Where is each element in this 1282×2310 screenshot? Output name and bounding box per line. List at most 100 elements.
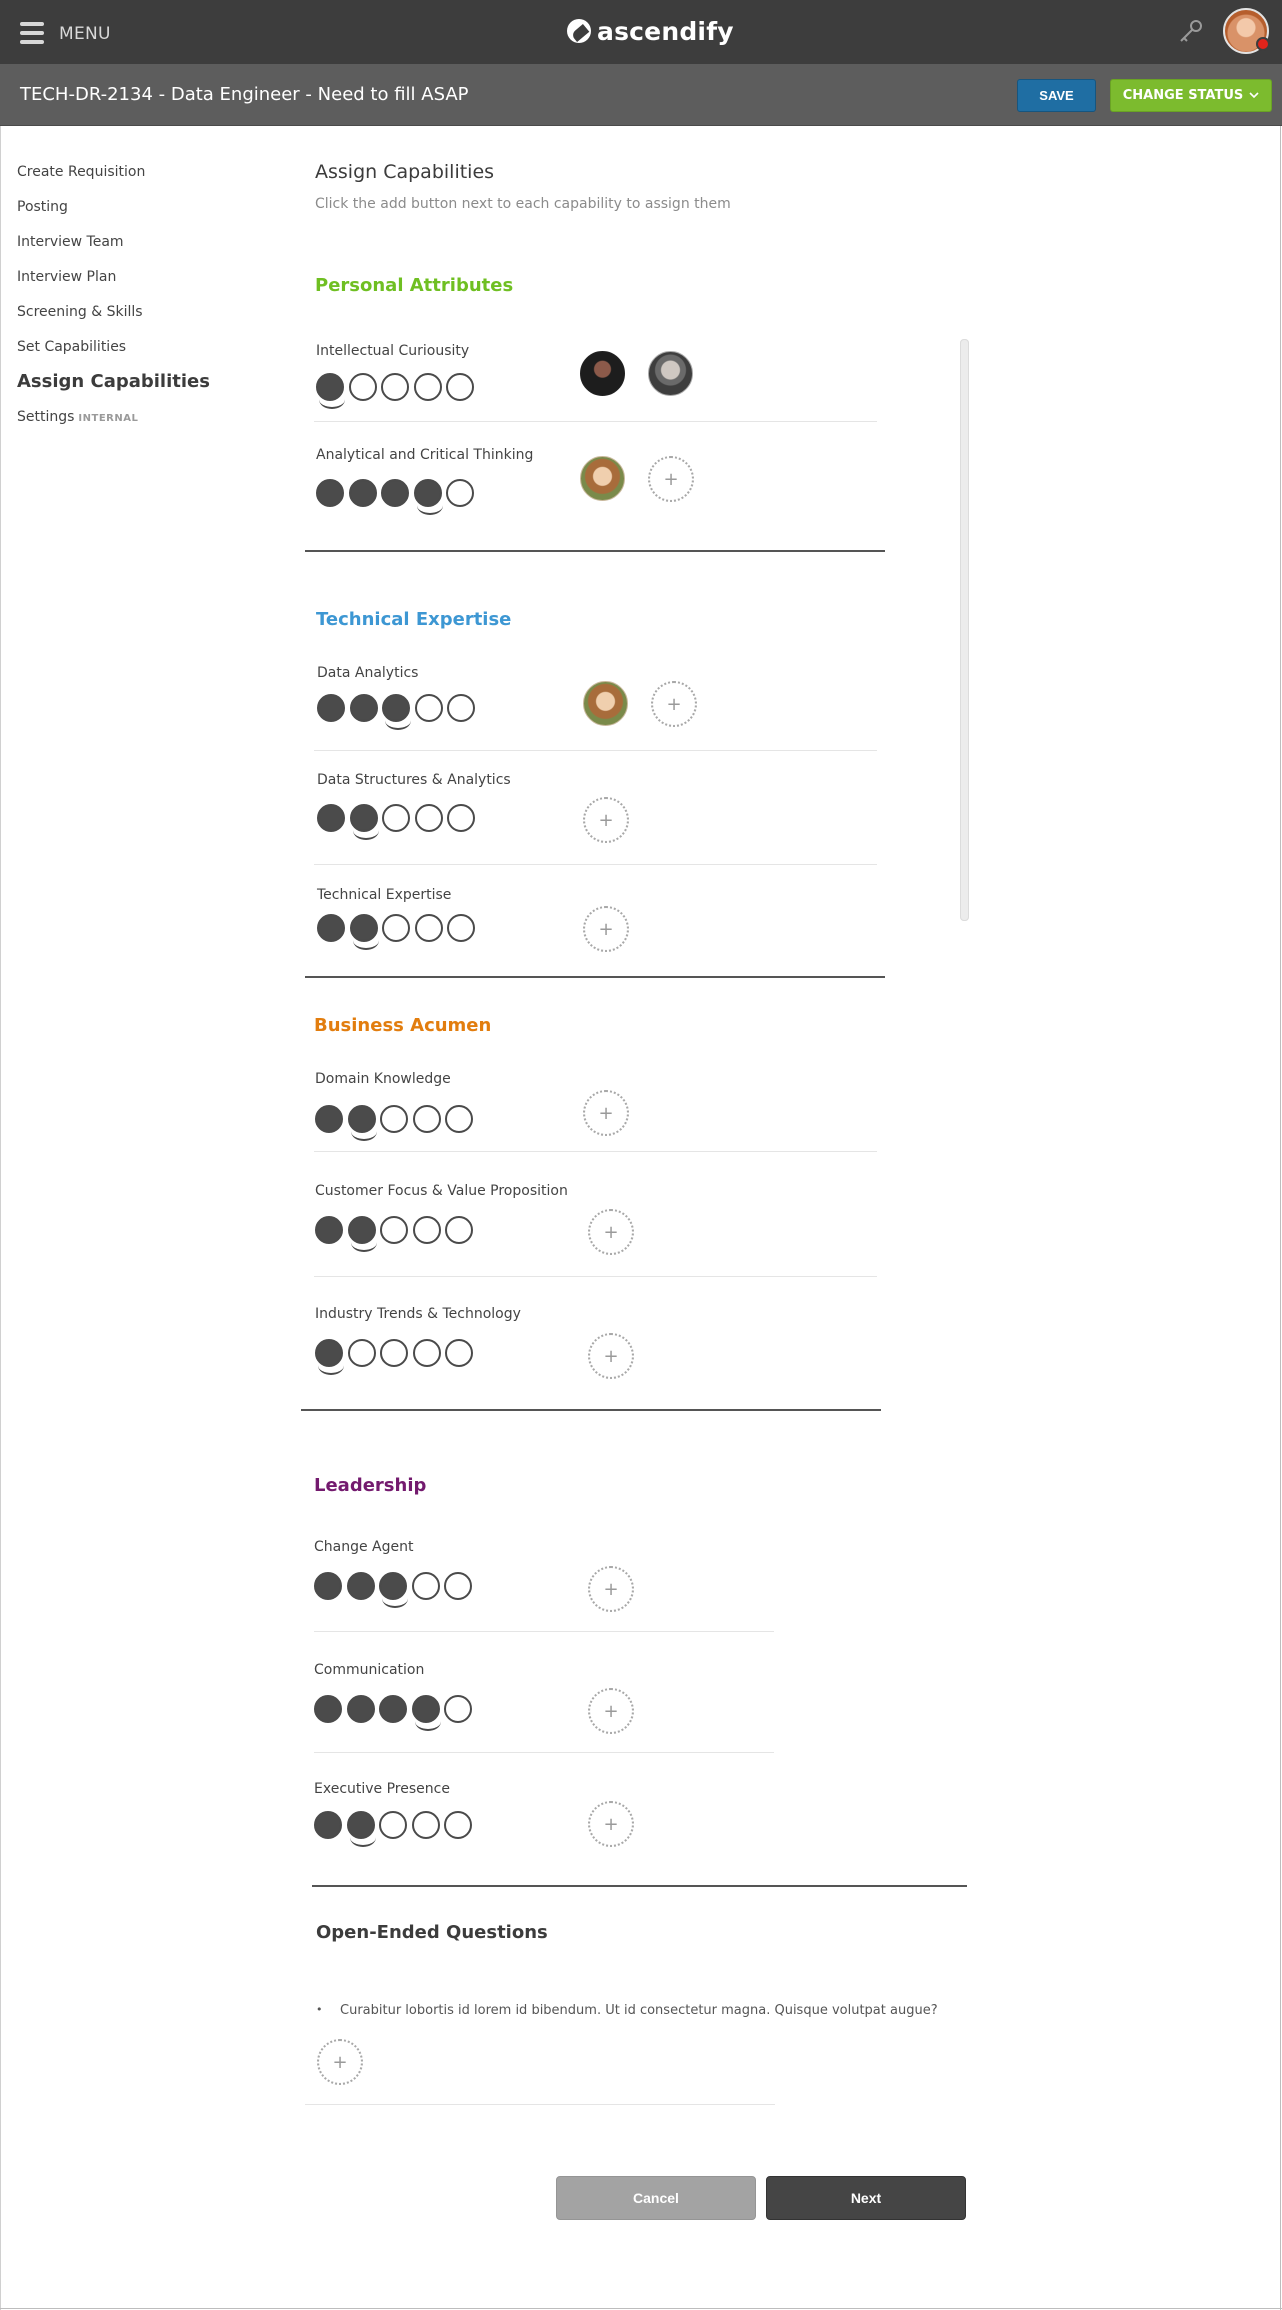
rating-dot[interactable]: [444, 1695, 472, 1723]
rating-dot[interactable]: [381, 373, 409, 401]
capability-label: Change Agent: [314, 1539, 414, 1555]
rating-dots: [314, 1695, 477, 1731]
rating-dot[interactable]: [379, 1572, 408, 1608]
add-assignee-button[interactable]: +: [583, 906, 629, 952]
assignee-avatar-girl[interactable]: [580, 456, 625, 501]
rating-dot[interactable]: [382, 694, 411, 730]
chevron-down-icon: [1249, 92, 1259, 99]
rating-dot[interactable]: [317, 694, 345, 722]
capabilities-scrollbar[interactable]: [960, 339, 969, 921]
rating-dot[interactable]: [413, 479, 443, 515]
rating-dot[interactable]: [414, 804, 443, 832]
rating-dot[interactable]: [380, 1105, 408, 1133]
rating-dot[interactable]: [445, 1216, 473, 1244]
rating-dot[interactable]: [315, 1339, 344, 1375]
rating-dot[interactable]: [446, 479, 474, 507]
rating-dot[interactable]: [315, 1216, 343, 1244]
rating-dot[interactable]: [446, 373, 474, 401]
sidebar-item-set-capabilities[interactable]: Set Capabilities: [17, 335, 277, 370]
rating-dot[interactable]: [349, 914, 379, 950]
rating-dot[interactable]: [414, 914, 443, 942]
sidebar-item-settings[interactable]: Settings INTERNAL: [17, 405, 277, 440]
assignee-avatar-beard[interactable]: [648, 351, 693, 396]
rating-dot[interactable]: [317, 804, 345, 832]
add-assignee-button[interactable]: +: [588, 1333, 634, 1379]
change-status-button[interactable]: CHANGE STATUS: [1110, 79, 1272, 112]
cancel-button[interactable]: Cancel: [556, 2176, 756, 2220]
rating-dot[interactable]: [380, 1216, 408, 1244]
section-divider: [305, 550, 885, 552]
add-assignee-button[interactable]: +: [583, 1090, 629, 1136]
rating-dot[interactable]: [445, 1339, 473, 1367]
rating-dot[interactable]: [317, 914, 345, 942]
add-question-button[interactable]: +: [317, 2039, 363, 2085]
sidebar-item-label: Settings: [17, 409, 75, 425]
add-assignee-button[interactable]: +: [588, 1801, 634, 1847]
rating-dot[interactable]: [314, 1695, 342, 1723]
rating-dot[interactable]: [412, 1339, 441, 1367]
rating-dot[interactable]: [381, 479, 409, 507]
menu-label[interactable]: MENU: [59, 24, 111, 44]
rating-dot[interactable]: [382, 914, 410, 942]
change-status-label: CHANGE STATUS: [1122, 88, 1244, 103]
rating-dot[interactable]: [382, 804, 410, 832]
hamburger-menu-icon[interactable]: [20, 22, 44, 44]
rating-dot[interactable]: [316, 479, 344, 507]
sidebar-item-posting[interactable]: Posting: [17, 195, 277, 230]
rating-dot[interactable]: [445, 1105, 473, 1133]
internal-badge: INTERNAL: [78, 413, 139, 424]
rating-dot[interactable]: [347, 1105, 377, 1141]
rating-dot[interactable]: [447, 914, 475, 942]
next-button[interactable]: Next: [766, 2176, 966, 2220]
sidebar-item-interview-team[interactable]: Interview Team: [17, 230, 277, 265]
rating-dot[interactable]: [411, 1811, 440, 1839]
rating-dot[interactable]: [413, 373, 442, 401]
frame-border-bottom: [0, 2308, 1282, 2309]
sidebar-item-interview-plan[interactable]: Interview Plan: [17, 265, 277, 300]
brand-logo[interactable]: ascendify: [567, 14, 734, 48]
rating-dot[interactable]: [412, 1216, 441, 1244]
rating-dot[interactable]: [346, 1695, 375, 1723]
key-icon[interactable]: [1178, 18, 1204, 44]
rating-dot[interactable]: [379, 1695, 407, 1723]
rating-dot[interactable]: [414, 694, 443, 722]
rating-dot[interactable]: [447, 804, 475, 832]
rating-dot[interactable]: [379, 1811, 407, 1839]
rating-dot[interactable]: [447, 694, 475, 722]
rating-dot[interactable]: [347, 1216, 377, 1252]
brand-name: ascendify: [597, 16, 734, 46]
rating-dot[interactable]: [412, 1105, 441, 1133]
rating-dot[interactable]: [444, 1811, 472, 1839]
rating-dots: [317, 914, 480, 950]
add-assignee-button[interactable]: +: [588, 1209, 634, 1255]
rating-dot[interactable]: [315, 1105, 343, 1133]
rating-dot[interactable]: [346, 1572, 375, 1600]
add-assignee-button[interactable]: +: [583, 797, 629, 843]
assignee-avatar-dark[interactable]: [580, 351, 625, 396]
rating-dot[interactable]: [314, 1572, 342, 1600]
sidebar-item-screening-skills[interactable]: Screening & Skills: [17, 300, 277, 335]
add-assignee-button[interactable]: +: [651, 681, 697, 727]
add-assignee-button[interactable]: +: [588, 1688, 634, 1734]
assignee-avatar-girl[interactable]: [583, 681, 628, 726]
sidebar-item-assign-capabilities[interactable]: Assign Capabilities: [17, 370, 277, 405]
rating-dot[interactable]: [348, 479, 377, 507]
add-assignee-button[interactable]: +: [648, 456, 694, 502]
rating-dot[interactable]: [348, 373, 377, 401]
rating-dot[interactable]: [316, 373, 345, 409]
rating-dot[interactable]: [347, 1339, 376, 1367]
rating-dot[interactable]: [314, 1811, 342, 1839]
rating-dot[interactable]: [349, 804, 379, 840]
section-divider: [305, 976, 885, 978]
capability-label: Data Analytics: [317, 665, 419, 681]
scrollbar-thumb[interactable]: [960, 339, 969, 921]
rating-dot[interactable]: [411, 1695, 441, 1731]
add-assignee-button[interactable]: +: [588, 1566, 634, 1612]
sidebar-item-create-requisition[interactable]: Create Requisition: [17, 160, 277, 195]
save-button[interactable]: SAVE: [1017, 79, 1096, 112]
rating-dot[interactable]: [444, 1572, 472, 1600]
rating-dot[interactable]: [349, 694, 378, 722]
rating-dot[interactable]: [346, 1811, 376, 1847]
rating-dot[interactable]: [380, 1339, 408, 1367]
rating-dot[interactable]: [411, 1572, 440, 1600]
